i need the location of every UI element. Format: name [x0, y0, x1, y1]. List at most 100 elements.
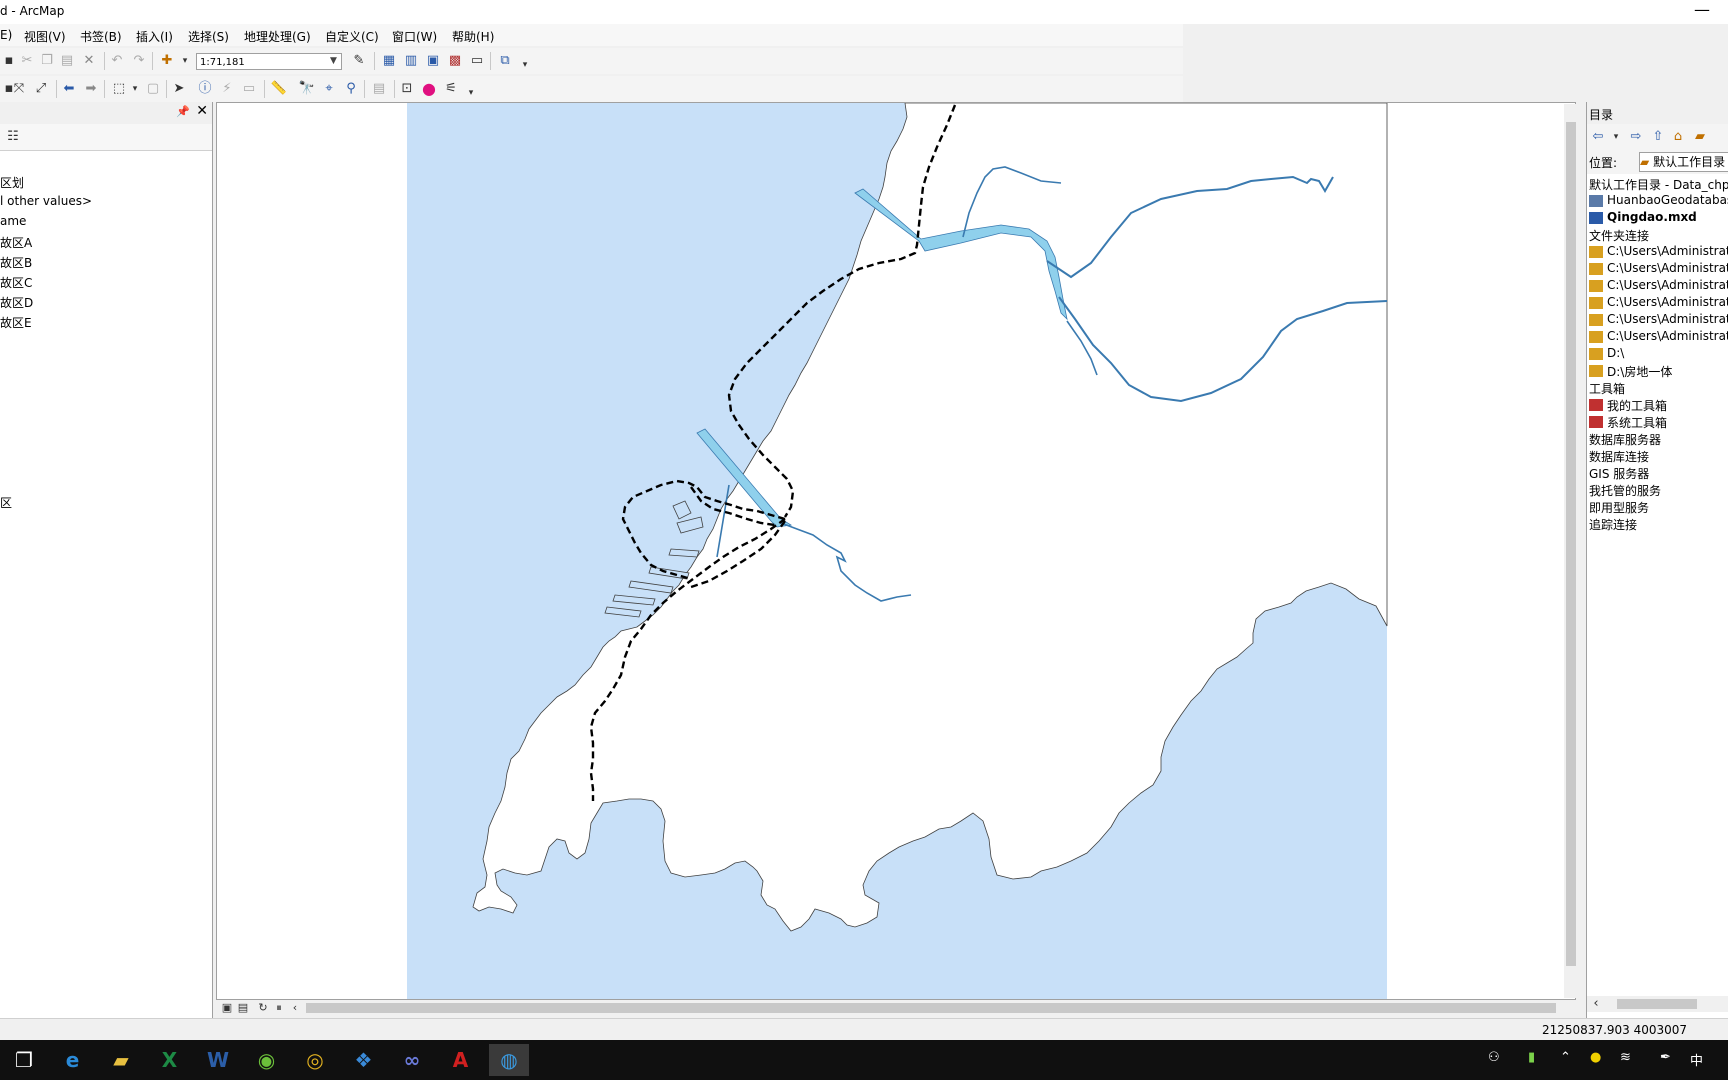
catalog-item[interactable]: C:\Users\Administrator [1607, 295, 1728, 309]
catalog-item[interactable]: 即用型服务 [1589, 499, 1649, 516]
chevron-up-icon[interactable]: ⌃ [1560, 1050, 1571, 1065]
arctoolbox-icon[interactable]: ▩ [446, 52, 464, 70]
catalog-horizontal-scrollbar[interactable]: ‹ [1587, 996, 1728, 1012]
catalog-item[interactable]: 我托管的服务 [1589, 482, 1661, 499]
map-scale-input[interactable]: 1:71,181 [196, 53, 342, 70]
map-display[interactable] [216, 102, 1576, 1000]
wifi-icon[interactable]: ≋ [1620, 1050, 1631, 1065]
catalog-item[interactable]: D:\房地一体 [1607, 363, 1672, 380]
catalog-window-icon[interactable]: ▥ [402, 52, 420, 70]
app-green-icon[interactable]: ◉ [247, 1044, 287, 1076]
map-canvas[interactable] [217, 103, 1575, 999]
chevron-down-icon[interactable]: ▾ [1607, 128, 1625, 146]
menu-edit[interactable]: E) [0, 28, 12, 42]
clear-selection-icon[interactable]: ▢ [144, 80, 162, 98]
map-vertical-scrollbar[interactable] [1564, 104, 1578, 998]
scroll-left-icon[interactable]: ‹ [1587, 995, 1605, 1013]
catalog-item[interactable]: D:\ [1607, 346, 1624, 360]
scrollbar-thumb[interactable] [1566, 122, 1576, 966]
menu-windows[interactable]: 窗口(W) [392, 28, 437, 45]
find-icon[interactable]: 🔭 [298, 80, 316, 98]
menu-selection[interactable]: 选择(S) [188, 28, 229, 45]
catalog-item[interactable]: 数据库连接 [1589, 448, 1649, 465]
menu-help[interactable]: 帮助(H) [452, 28, 494, 45]
up-one-level-icon[interactable]: ⇧ [1649, 128, 1667, 146]
menu-insert[interactable]: 插入(I) [136, 28, 173, 45]
menu-customize[interactable]: 自定义(C) [325, 28, 379, 45]
redo-icon[interactable]: ↷ [130, 52, 148, 70]
python-window-icon[interactable]: ▭ [468, 52, 486, 70]
cut-icon[interactable]: ✂ [18, 52, 36, 70]
catalog-item[interactable]: 系统工具箱 [1607, 414, 1667, 431]
menu-geoprocessing[interactable]: 地理处理(G) [244, 28, 311, 45]
paste-icon[interactable]: ▤ [58, 52, 76, 70]
georeference-icon[interactable]: ⚟ [442, 80, 460, 98]
people-icon[interactable]: ⚇ [1488, 1050, 1500, 1065]
catalog-item[interactable]: C:\Users\Administrator [1607, 312, 1728, 326]
connect-folder-icon[interactable]: ▰ [1691, 128, 1709, 146]
undo-icon[interactable]: ↶ [108, 52, 126, 70]
back-extent-icon[interactable]: ⬅ [60, 80, 78, 98]
acrobat-icon[interactable]: A [441, 1044, 481, 1076]
copy-icon[interactable]: ❐ [38, 52, 56, 70]
catalog-item[interactable]: 我的工具箱 [1607, 397, 1667, 414]
identify-icon[interactable]: ⓘ [196, 80, 214, 98]
scroll-left-icon[interactable]: ‹ [286, 999, 304, 1017]
chrome-icon[interactable]: ◎ [295, 1044, 335, 1076]
time-slider-icon[interactable]: ▤ [370, 80, 388, 98]
catalog-item[interactable]: C:\Users\Administrator [1607, 329, 1728, 343]
add-data-dropdown-icon[interactable]: ▾ [176, 52, 194, 70]
map-horizontal-scrollbar[interactable]: ▣ ▤ ↻ ⏸ ‹ [216, 1000, 1576, 1016]
catalog-item[interactable]: HuanbaoGeodatabase [1607, 193, 1728, 207]
minimize-button[interactable]: — [1694, 0, 1710, 19]
select-features-dropdown-icon[interactable]: ▾ [126, 80, 144, 98]
back-icon[interactable]: ⇦ [1589, 128, 1607, 146]
find-route-icon[interactable]: ⌖ [320, 80, 338, 98]
app-link-icon[interactable]: ∞ [392, 1044, 432, 1076]
html-popup-icon[interactable]: ▭ [240, 80, 258, 98]
file-explorer-icon[interactable]: ▰ [101, 1044, 141, 1076]
app-blue-icon[interactable]: ❖ [344, 1044, 384, 1076]
toolbar-options-icon[interactable]: ▾ [516, 56, 534, 74]
pin-icon[interactable]: 📌 [176, 105, 190, 118]
model-builder-icon[interactable]: ⧉ [496, 52, 514, 70]
data-view-icon[interactable]: ▤ [234, 999, 252, 1017]
toc-layer-item[interactable]: 区 [0, 494, 12, 511]
ime-indicator[interactable]: 中 [1690, 1050, 1703, 1069]
fixed-zoom-out-icon[interactable]: ⤢ [32, 80, 50, 98]
excel-icon[interactable]: X [150, 1044, 190, 1076]
catalog-item[interactable]: GIS 服务器 [1589, 465, 1649, 482]
select-elements-icon[interactable]: ➤ [170, 80, 188, 98]
catalog-item[interactable]: C:\Users\Administrator [1607, 244, 1728, 258]
catalog-item[interactable]: C:\Users\Administrator [1607, 261, 1728, 275]
catalog-item[interactable]: Qingdao.mxd [1607, 210, 1697, 224]
save-icon[interactable]: ▪ [0, 52, 18, 70]
search-window-icon[interactable]: ▣ [424, 52, 442, 70]
antivirus-icon[interactable]: ● [1590, 1050, 1601, 1065]
forward-icon[interactable]: ⇨ [1627, 128, 1645, 146]
menu-bookmarks[interactable]: 书签(B) [80, 28, 122, 45]
go-to-xy-icon[interactable]: ⚲ [342, 80, 360, 98]
add-data-icon[interactable]: ✚ [158, 52, 176, 70]
delete-icon[interactable]: ✕ [80, 52, 98, 70]
toc-layer-item[interactable]: 区划 [0, 174, 24, 191]
catalog-item[interactable]: 工具箱 [1589, 380, 1625, 397]
catalog-item[interactable]: 默认工作目录 - Data_chp [1589, 176, 1728, 193]
catalog-item[interactable]: 数据库服务器 [1589, 431, 1661, 448]
forward-extent-icon[interactable]: ➡ [82, 80, 100, 98]
fixed-zoom-in-icon[interactable]: ⤧ [10, 80, 28, 98]
catalog-item[interactable]: 追踪连接 [1589, 516, 1637, 533]
hyperlink-icon[interactable]: ⚡ [218, 80, 236, 98]
list-by-drawing-order-icon[interactable]: ☷ [4, 128, 22, 146]
point-marker-icon[interactable]: ● [420, 80, 438, 98]
editor-toolbar-icon[interactable]: ✎ [350, 52, 368, 70]
task-view-icon[interactable]: ❐ [4, 1044, 44, 1076]
create-viewer-window-icon[interactable]: ⊡ [398, 80, 416, 98]
toolbar-options-icon[interactable]: ▾ [462, 84, 480, 102]
pen-icon[interactable]: ✒ [1660, 1050, 1671, 1065]
battery-icon[interactable]: ▮ [1528, 1050, 1535, 1065]
arcmap-icon[interactable]: ◍ [489, 1044, 529, 1076]
scrollbar-thumb[interactable] [1617, 999, 1697, 1009]
edge-icon[interactable]: e [53, 1044, 93, 1076]
measure-icon[interactable]: 📏 [270, 80, 288, 98]
